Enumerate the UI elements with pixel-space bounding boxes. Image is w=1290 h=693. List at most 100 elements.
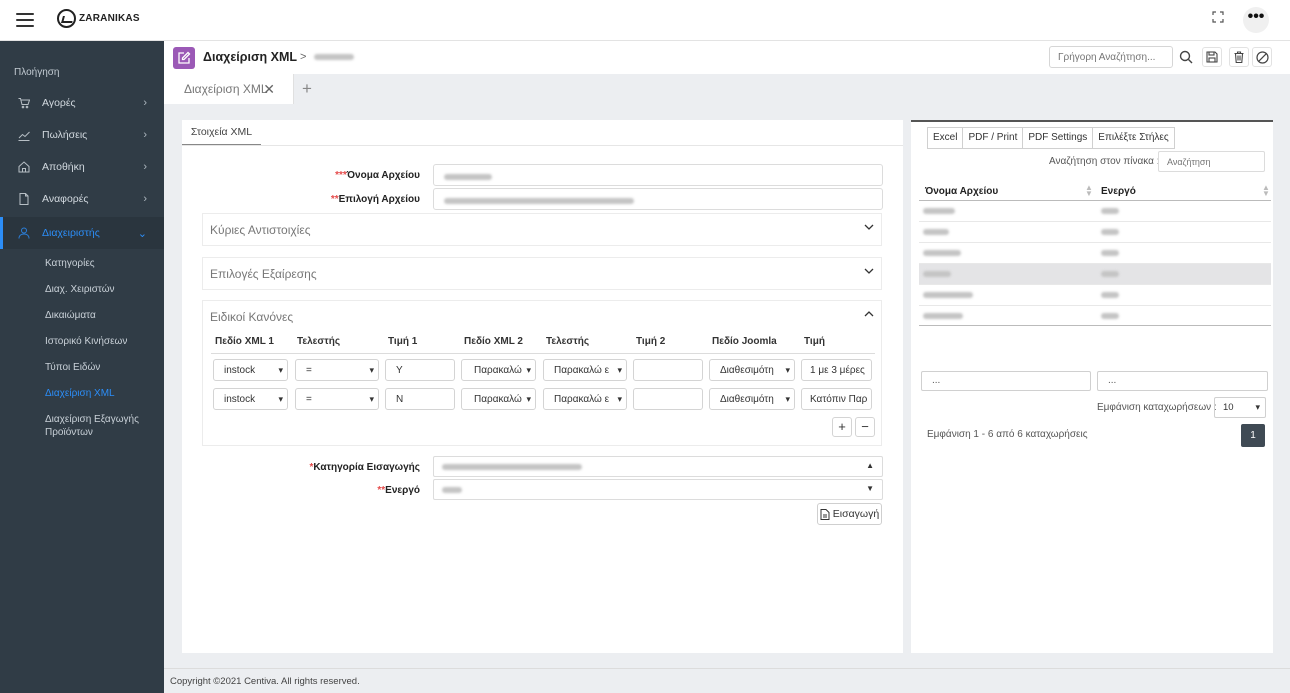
breadcrumb-current xyxy=(314,54,354,60)
import-category-select[interactable]: ▲ xyxy=(433,456,883,477)
accordion-header[interactable]: Ειδικοί Κανόνες xyxy=(203,301,881,332)
tab-divider xyxy=(182,145,903,146)
rule-value1-input[interactable]: Y xyxy=(385,359,455,381)
col-header-filename[interactable]: Όνομα Αρχείου xyxy=(925,186,998,197)
more-options-button[interactable]: ••• xyxy=(1243,7,1269,33)
select-arrow-icon: ▾ xyxy=(278,394,283,404)
sidebar-item-label: Πωλήσεις xyxy=(42,129,88,141)
delete-button[interactable] xyxy=(1229,47,1249,67)
rule-op1-select[interactable]: = ▾ xyxy=(295,359,379,381)
rule-joomla-select[interactable]: Διαθεσιμότη ▾ xyxy=(709,388,795,410)
add-rule-button[interactable]: + xyxy=(832,417,852,437)
sidebar-item-label: Αγορές xyxy=(42,97,76,109)
accordion-exclusions[interactable]: Επιλογές Εξαίρεσης xyxy=(202,257,882,290)
sidebar-item-purchases[interactable]: Αγορές › xyxy=(0,87,164,119)
sidebar-subitem-item-types[interactable]: Τύποι Ειδών xyxy=(45,361,100,374)
filter-active-input[interactable]: ... xyxy=(1097,371,1268,391)
rule-joomla-select[interactable]: Διαθεσιμότη ▾ xyxy=(709,359,795,381)
save-button[interactable] xyxy=(1202,47,1222,67)
excel-button[interactable]: Excel xyxy=(927,127,963,149)
import-button-label: Εισαγωγή xyxy=(832,508,880,520)
page-title: Διαχείριση XML xyxy=(203,50,297,64)
tab-xml-details[interactable]: Στοιχεία XML xyxy=(182,122,261,146)
filename-input[interactable] xyxy=(433,164,883,186)
sidebar-subitem-history[interactable]: Ιστορικό Κινήσεων xyxy=(45,335,127,348)
select-arrow-icon: ▾ xyxy=(526,365,531,375)
ban-icon xyxy=(1255,50,1269,64)
select-arrow-icon: ▾ xyxy=(617,365,622,375)
tab-xml-management[interactable]: Διαχείριση XML ✕ xyxy=(164,74,294,104)
add-tab-icon[interactable]: + xyxy=(302,79,312,99)
sidebar-subitem-categories[interactable]: Κατηγορίες xyxy=(45,257,95,270)
sidebar-item-warehouse[interactable]: Αποθήκη › xyxy=(0,151,164,183)
select-value: Παρακαλώ xyxy=(474,365,522,376)
import-button[interactable]: Εισαγωγή xyxy=(817,503,882,525)
select-value: instock xyxy=(224,394,256,405)
rule-xml1-select[interactable]: instock ▾ xyxy=(213,388,288,410)
rules-col-header: Τιμή xyxy=(804,336,825,347)
rule-value2-input[interactable] xyxy=(633,359,703,381)
accordion-title: Κύριες Αντιστοιχίες xyxy=(210,223,311,237)
rule-value1-input[interactable]: N xyxy=(385,388,455,410)
chevron-down-icon xyxy=(864,224,874,230)
search-button[interactable] xyxy=(1176,47,1196,67)
import-category-label-text: Κατηγορία Εισαγωγής xyxy=(313,462,420,473)
rule-xml2-select[interactable]: Παρακαλώ ▾ xyxy=(461,388,536,410)
rule-value2-input[interactable] xyxy=(633,388,703,410)
sidebar-subitem-permissions[interactable]: Δικαιώματα xyxy=(45,309,96,322)
cell-active xyxy=(1101,229,1119,235)
fileselect-input[interactable] xyxy=(433,188,883,210)
active-select[interactable]: ▼ xyxy=(433,479,883,500)
rule-op2-select[interactable]: Παρακαλώ ε ▾ xyxy=(543,359,627,381)
pdf-print-button[interactable]: PDF / Print xyxy=(962,127,1023,149)
pdf-settings-button[interactable]: PDF Settings xyxy=(1022,127,1093,149)
table-info: Εμφάνιση 1 - 6 από 6 καταχωρήσεις xyxy=(927,429,1088,440)
footer: Copyright ©2021 Centiva. All rights rese… xyxy=(164,668,1290,693)
rule-xml1-select[interactable]: instock ▾ xyxy=(213,359,288,381)
rule-value-input[interactable]: Κατόπιν Παρ xyxy=(801,388,872,410)
rule-xml2-select[interactable]: Παρακαλώ ▾ xyxy=(461,359,536,381)
required-mark: ** xyxy=(377,485,386,496)
select-columns-button[interactable]: Επιλέξτε Στήλες xyxy=(1092,127,1175,149)
cancel-button[interactable] xyxy=(1252,47,1272,67)
fullscreen-icon[interactable] xyxy=(1212,11,1224,23)
breadcrumb-separator: > xyxy=(300,51,307,63)
rule-op1-select[interactable]: = ▾ xyxy=(295,388,379,410)
main-content: Διαχείριση XML > Διαχείριση XML ✕ + Στοι… xyxy=(164,41,1290,693)
remove-rule-button[interactable]: − xyxy=(855,417,875,437)
rules-col-header: Πεδίο XML 2 xyxy=(464,336,523,347)
chevron-down-icon xyxy=(864,268,874,274)
table-row[interactable] xyxy=(919,242,1271,263)
hamburger-menu-icon[interactable] xyxy=(16,13,34,27)
sidebar-subitem-xml[interactable]: Διαχείριση XML xyxy=(45,387,115,400)
table-row[interactable] xyxy=(919,200,1271,221)
table-row[interactable] xyxy=(919,263,1271,284)
table-row[interactable] xyxy=(919,305,1271,326)
table-row[interactable] xyxy=(919,221,1271,242)
pagination-page-1[interactable]: 1 xyxy=(1241,424,1265,447)
sidebar-item-reports[interactable]: Αναφορές › xyxy=(0,183,164,215)
rule-value-input[interactable]: 1 με 3 μέρες xyxy=(801,359,872,381)
sidebar-subitem-export[interactable]: Διαχείριση Εξαγωγής Προϊόντων xyxy=(45,413,150,439)
table-row[interactable] xyxy=(919,284,1271,305)
sidebar-item-admin[interactable]: Διαχειριστής ⌄ xyxy=(0,217,164,249)
sidebar-item-sales[interactable]: Πωλήσεις › xyxy=(0,119,164,151)
col-header-active[interactable]: Ενεργό xyxy=(1101,186,1136,197)
quick-search-input[interactable] xyxy=(1049,46,1173,68)
import-category-value xyxy=(442,464,582,470)
sidebar-item-label: Διαχειριστής xyxy=(42,227,100,239)
sort-icon[interactable]: ▲ ▼ xyxy=(1085,184,1093,198)
page-length-select[interactable]: 10 ▾ xyxy=(1214,397,1266,418)
rule-op2-select[interactable]: Παρακαλώ ε ▾ xyxy=(543,388,627,410)
table-search-input[interactable] xyxy=(1158,151,1265,172)
input-value: N xyxy=(396,394,404,405)
filter-filename-input[interactable]: ... xyxy=(921,371,1091,391)
close-tab-icon[interactable]: ✕ xyxy=(263,81,275,98)
brand-logo[interactable]: ZARANIKAS xyxy=(57,9,140,28)
xml-form-panel: Στοιχεία XML ***Όνομα Αρχείου **Επιλογή … xyxy=(182,120,903,653)
select-value: = xyxy=(306,365,312,376)
sort-icon[interactable]: ▲ ▼ xyxy=(1262,184,1270,198)
accordion-main-mappings[interactable]: Κύριες Αντιστοιχίες xyxy=(202,213,882,246)
cell-active xyxy=(1101,292,1119,298)
sidebar-subitem-users[interactable]: Διαχ. Χειριστών xyxy=(45,283,115,296)
